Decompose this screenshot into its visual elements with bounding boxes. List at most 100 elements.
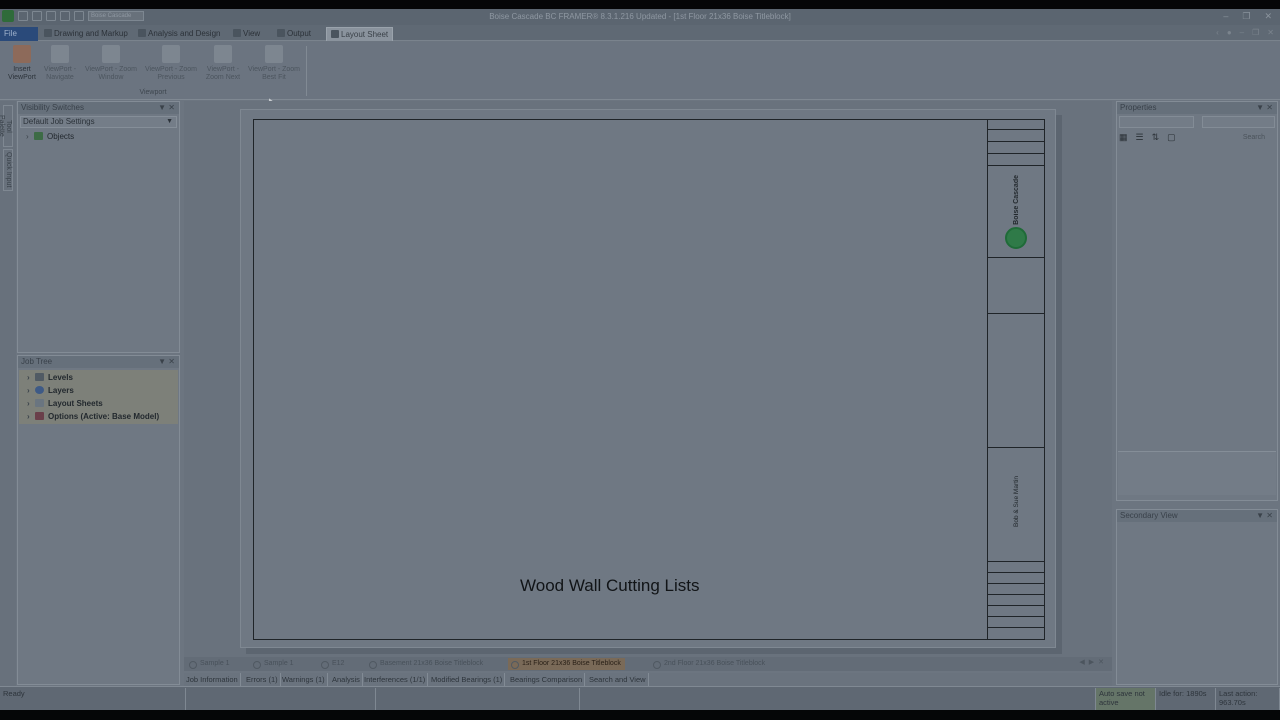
ribbon-close-icon[interactable]: ✕	[1267, 28, 1274, 37]
sheet-caption: Wood Wall Cutting Lists	[520, 576, 700, 595]
sheet-border: Boise Cascade Bob & Sue Martin Wood Wall…	[253, 119, 1045, 640]
doc-tab-2nd-floor[interactable]: 2nd Floor 21x36 Boise Titleblock	[650, 658, 765, 670]
tree-item-levels[interactable]: › Levels	[19, 371, 178, 384]
pin-close-icon[interactable]: ▼ ✕	[1256, 102, 1273, 114]
options-icon	[35, 412, 44, 420]
status-last-action: Last action: 963.70s	[1216, 688, 1280, 710]
tab-layout-sheet[interactable]: Layout Sheet	[326, 27, 394, 41]
viewport-zoom-best-fit-button[interactable]: ViewPort - Zoom Best Fit	[246, 45, 302, 82]
window-controls: – ❐ ✕	[1223, 11, 1272, 22]
titleblock-row	[988, 573, 1044, 584]
tab-nav-arrows-icon[interactable]: ◀▶✕	[1079, 658, 1108, 666]
group-separator	[306, 46, 307, 96]
zoom-next-icon	[214, 45, 232, 63]
tree-item-layers[interactable]: › Layers	[19, 384, 178, 397]
doc-tab-sample-1[interactable]: Sample 1	[186, 658, 230, 670]
property-description-box	[1118, 451, 1276, 495]
titleblock-revision-header	[988, 120, 1044, 130]
search-input[interactable]: Search	[1243, 132, 1265, 146]
output-icon	[277, 29, 285, 37]
insert-viewport-icon	[13, 45, 31, 63]
doc-tab-basement[interactable]: Basement 21x36 Boise Titleblock	[366, 658, 483, 670]
ribbon-minimize-icon[interactable]: –	[1240, 28, 1244, 37]
tab-job-information[interactable]: Job Information	[184, 673, 241, 686]
tab-modified-bearings[interactable]: Modified Bearings (1)	[429, 673, 506, 686]
expand-icon[interactable]: ›	[27, 371, 35, 384]
tab-quick-input[interactable]: Quick Input	[3, 149, 13, 191]
pin-close-icon[interactable]: ▼ ✕	[158, 102, 175, 114]
tab-output[interactable]: Output	[273, 27, 315, 41]
help-arrow-icon[interactable]: ‹	[1216, 28, 1219, 37]
tab-bearings-comparison[interactable]: Bearings Comparison	[508, 673, 586, 686]
property-pages-icon[interactable]: ▢	[1167, 132, 1176, 146]
viewport-zoom-window-button[interactable]: ViewPort - Zoom Window	[82, 45, 140, 82]
tab-errors[interactable]: Errors (1)	[244, 673, 281, 686]
titleblock: Boise Cascade Bob & Sue Martin	[987, 120, 1044, 639]
panel-title: Properties	[1120, 103, 1157, 112]
tree-item-layout-sheets[interactable]: › Layout Sheets	[19, 397, 178, 410]
button-label: ViewPort - Zoom Next	[205, 66, 241, 81]
tab-analysis-and-design[interactable]: Analysis and Design	[134, 27, 224, 41]
layout-sheets-icon	[35, 399, 44, 407]
tree-item-options[interactable]: › Options (Active: Base Model)	[19, 410, 178, 423]
info-icon[interactable]: ●	[1227, 28, 1232, 37]
insert-viewport-button[interactable]: Insert ViewPort	[4, 45, 40, 82]
drawing-icon	[44, 29, 52, 37]
doc-tab-sample-1b[interactable]: Sample 1	[250, 658, 294, 670]
tab-file[interactable]: File	[0, 27, 38, 41]
tab-label: Analysis and Design	[148, 29, 221, 38]
expand-icon[interactable]: ›	[27, 410, 35, 423]
tab-interferences[interactable]: Interferences (1/1)	[362, 673, 429, 686]
tab-view[interactable]: View	[229, 27, 264, 41]
status-ready: Ready	[0, 688, 186, 710]
object-filter-select[interactable]	[1201, 116, 1275, 128]
tab-drawing-and-markup[interactable]: Drawing and Markup	[40, 27, 132, 41]
titleblock-logo-cell: Boise Cascade	[988, 166, 1044, 258]
layers-icon	[35, 386, 44, 394]
close-icon[interactable]: ✕	[1264, 11, 1272, 22]
properties-toolbar: ▦ ☰ ⇅ ▢ Search	[1119, 132, 1275, 146]
viewport-zoom-previous-button[interactable]: ViewPort - Zoom Previous	[142, 45, 200, 82]
titleblock-row	[988, 562, 1044, 573]
viewport-zoom-next-button[interactable]: ViewPort - Zoom Next	[202, 45, 244, 82]
client-name: Bob & Sue Martin	[1012, 475, 1020, 527]
panel-title: Job Tree	[21, 357, 53, 366]
properties-panel: Properties ▼ ✕ ▦ ☰ ⇅ ▢ Search	[1116, 101, 1278, 501]
layout-sheet[interactable]: Boise Cascade Bob & Sue Martin Wood Wall…	[240, 109, 1056, 648]
tab-label: Output	[287, 29, 312, 38]
expand-icon[interactable]: ›	[27, 397, 35, 410]
titleblock-row	[988, 130, 1044, 142]
ribbon-restore-icon[interactable]: ❐	[1252, 28, 1259, 37]
tab-analysis[interactable]: Analysis	[330, 673, 363, 686]
object-type-select[interactable]	[1119, 116, 1194, 128]
job-settings-dropdown[interactable]: Default Job Settings ▼	[20, 116, 177, 128]
doc-tab-1st-floor[interactable]: 1st Floor 21x36 Boise Titleblock	[508, 658, 625, 670]
doc-tab-e12[interactable]: E12	[318, 658, 344, 670]
ribbon-right-controls: ‹ ● – ❐ ✕	[1216, 28, 1274, 37]
chevron-down-icon: ▼	[166, 118, 173, 125]
expand-icon[interactable]: ›	[27, 384, 35, 397]
document-canvas[interactable]: Boise Cascade Bob & Sue Martin Wood Wall…	[184, 101, 1112, 657]
pin-close-icon[interactable]: ▼ ✕	[158, 356, 175, 368]
viewport-group-label: Viewport	[139, 89, 167, 96]
minimize-icon[interactable]: –	[1223, 11, 1228, 22]
viewport-navigate-button[interactable]: ViewPort - Navigate	[40, 45, 80, 82]
tab-warnings[interactable]: Warnings (1)	[280, 673, 328, 686]
restore-icon[interactable]: ❐	[1242, 11, 1250, 22]
zoom-window-icon	[102, 45, 120, 63]
document-tabs: Sample 1 Sample 1 E12 Basement 21x36 Boi…	[184, 657, 1112, 671]
sort-icon[interactable]: ⇅	[1152, 132, 1160, 146]
properties-selectors	[1119, 116, 1275, 130]
pin-close-icon[interactable]: ▼ ✕	[1256, 510, 1273, 522]
panel-header: Job Tree ▼ ✕	[18, 356, 179, 368]
tree-item-label: Options (Active: Base Model)	[48, 412, 160, 421]
tab-tool-palette[interactable]: Tool Palette	[0, 105, 13, 147]
expand-icon[interactable]: ›	[26, 130, 34, 143]
info-tabs: Job Information Errors (1) Warnings (1) …	[184, 673, 1112, 686]
tab-search-and-view[interactable]: Search and View	[587, 673, 649, 686]
view-icon	[233, 29, 241, 37]
categorized-icon[interactable]: ▦	[1119, 132, 1128, 146]
dropdown-value: Default Job Settings	[23, 117, 95, 126]
tree-item-objects[interactable]: › Objects	[18, 130, 179, 143]
list-view-icon[interactable]: ☰	[1136, 132, 1144, 146]
